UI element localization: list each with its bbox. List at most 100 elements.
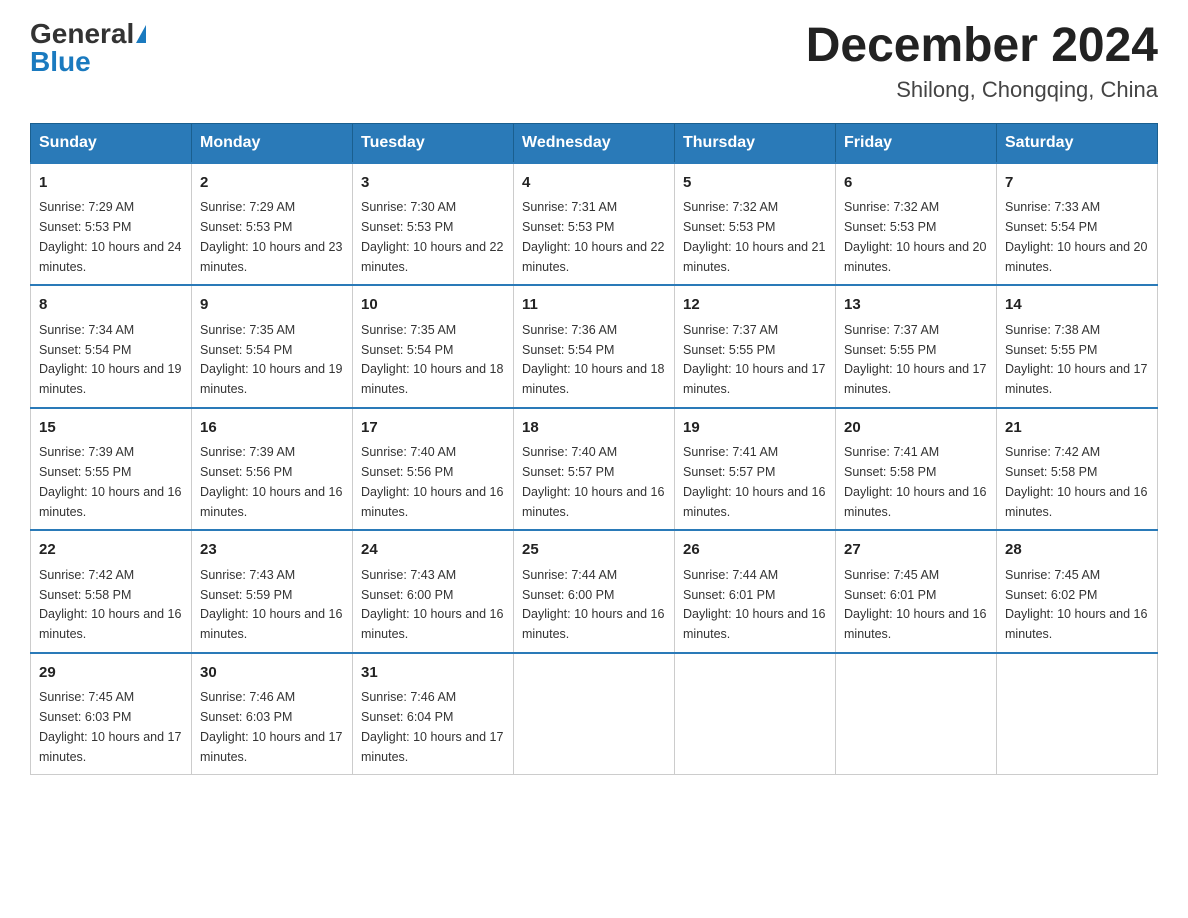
day-number: 30 [200, 662, 344, 685]
day-number: 24 [361, 539, 505, 562]
day-info: Sunrise: 7:43 AMSunset: 5:59 PMDaylight:… [200, 568, 342, 641]
table-row: 24 Sunrise: 7:43 AMSunset: 6:00 PMDayligh… [353, 530, 514, 653]
col-header-monday: Monday [192, 123, 353, 163]
page-header: General Blue December 2024 Shilong, Chon… [30, 20, 1158, 103]
day-number: 14 [1005, 294, 1149, 317]
day-info: Sunrise: 7:35 AMSunset: 5:54 PMDaylight:… [361, 323, 503, 396]
day-number: 15 [39, 417, 183, 440]
day-number: 26 [683, 539, 827, 562]
day-number: 13 [844, 294, 988, 317]
table-row [675, 653, 836, 775]
day-number: 16 [200, 417, 344, 440]
day-number: 31 [361, 662, 505, 685]
calendar-table: SundayMondayTuesdayWednesdayThursdayFrid… [30, 123, 1158, 776]
table-row [836, 653, 997, 775]
day-info: Sunrise: 7:45 AMSunset: 6:03 PMDaylight:… [39, 690, 181, 763]
day-number: 9 [200, 294, 344, 317]
day-number: 2 [200, 172, 344, 195]
table-row: 2 Sunrise: 7:29 AMSunset: 5:53 PMDaylight… [192, 163, 353, 286]
day-info: Sunrise: 7:32 AMSunset: 5:53 PMDaylight:… [844, 200, 986, 273]
day-info: Sunrise: 7:31 AMSunset: 5:53 PMDaylight:… [522, 200, 664, 273]
day-info: Sunrise: 7:41 AMSunset: 5:58 PMDaylight:… [844, 445, 986, 518]
table-row: 30 Sunrise: 7:46 AMSunset: 6:03 PMDayligh… [192, 653, 353, 775]
day-info: Sunrise: 7:46 AMSunset: 6:03 PMDaylight:… [200, 690, 342, 763]
table-row: 22Sunrise: 7:42 AMSunset: 5:58 PMDayligh… [31, 530, 192, 653]
table-row: 12 Sunrise: 7:37 AMSunset: 5:55 PMDayligh… [675, 285, 836, 408]
day-info: Sunrise: 7:34 AMSunset: 5:54 PMDaylight:… [39, 323, 181, 396]
day-number: 12 [683, 294, 827, 317]
col-header-saturday: Saturday [997, 123, 1158, 163]
table-row: 10 Sunrise: 7:35 AMSunset: 5:54 PMDayligh… [353, 285, 514, 408]
day-info: Sunrise: 7:40 AMSunset: 5:57 PMDaylight:… [522, 445, 664, 518]
day-info: Sunrise: 7:37 AMSunset: 5:55 PMDaylight:… [683, 323, 825, 396]
table-row: 15 Sunrise: 7:39 AMSunset: 5:55 PMDayligh… [31, 408, 192, 531]
table-row: 8Sunrise: 7:34 AMSunset: 5:54 PMDaylight… [31, 285, 192, 408]
day-number: 4 [522, 172, 666, 195]
table-row: 13 Sunrise: 7:37 AMSunset: 5:55 PMDayligh… [836, 285, 997, 408]
col-header-tuesday: Tuesday [353, 123, 514, 163]
day-number: 23 [200, 539, 344, 562]
table-row: 20 Sunrise: 7:41 AMSunset: 5:58 PMDayligh… [836, 408, 997, 531]
day-info: Sunrise: 7:42 AMSunset: 5:58 PMDaylight:… [1005, 445, 1147, 518]
day-info: Sunrise: 7:39 AMSunset: 5:55 PMDaylight:… [39, 445, 181, 518]
table-row: 19 Sunrise: 7:41 AMSunset: 5:57 PMDayligh… [675, 408, 836, 531]
day-number: 27 [844, 539, 988, 562]
day-number: 25 [522, 539, 666, 562]
table-row: 5 Sunrise: 7:32 AMSunset: 5:53 PMDaylight… [675, 163, 836, 286]
day-number: 28 [1005, 539, 1149, 562]
day-number: 20 [844, 417, 988, 440]
day-info: Sunrise: 7:44 AMSunset: 6:00 PMDaylight:… [522, 568, 664, 641]
day-number: 7 [1005, 172, 1149, 195]
table-row [514, 653, 675, 775]
day-info: Sunrise: 7:44 AMSunset: 6:01 PMDaylight:… [683, 568, 825, 641]
day-info: Sunrise: 7:45 AMSunset: 6:01 PMDaylight:… [844, 568, 986, 641]
day-number: 17 [361, 417, 505, 440]
table-row: 7 Sunrise: 7:33 AMSunset: 5:54 PMDaylight… [997, 163, 1158, 286]
day-number: 22 [39, 539, 183, 562]
day-number: 6 [844, 172, 988, 195]
day-number: 19 [683, 417, 827, 440]
month-title: December 2024 [806, 20, 1158, 73]
table-row: 17 Sunrise: 7:40 AMSunset: 5:56 PMDayligh… [353, 408, 514, 531]
day-info: Sunrise: 7:43 AMSunset: 6:00 PMDaylight:… [361, 568, 503, 641]
day-info: Sunrise: 7:29 AMSunset: 5:53 PMDaylight:… [200, 200, 342, 273]
day-info: Sunrise: 7:29 AMSunset: 5:53 PMDaylight:… [39, 200, 181, 273]
table-row: 31 Sunrise: 7:46 AMSunset: 6:04 PMDayligh… [353, 653, 514, 775]
day-info: Sunrise: 7:41 AMSunset: 5:57 PMDaylight:… [683, 445, 825, 518]
col-header-sunday: Sunday [31, 123, 192, 163]
table-row: 14Sunrise: 7:38 AMSunset: 5:55 PMDayligh… [997, 285, 1158, 408]
table-row: 16 Sunrise: 7:39 AMSunset: 5:56 PMDayligh… [192, 408, 353, 531]
day-info: Sunrise: 7:46 AMSunset: 6:04 PMDaylight:… [361, 690, 503, 763]
day-info: Sunrise: 7:37 AMSunset: 5:55 PMDaylight:… [844, 323, 986, 396]
day-number: 21 [1005, 417, 1149, 440]
day-number: 29 [39, 662, 183, 685]
table-row: 9 Sunrise: 7:35 AMSunset: 5:54 PMDaylight… [192, 285, 353, 408]
col-header-friday: Friday [836, 123, 997, 163]
day-info: Sunrise: 7:40 AMSunset: 5:56 PMDaylight:… [361, 445, 503, 518]
title-section: December 2024 Shilong, Chongqing, China [806, 20, 1158, 103]
table-row: 3Sunrise: 7:30 AMSunset: 5:53 PMDaylight… [353, 163, 514, 286]
table-row: 21 Sunrise: 7:42 AMSunset: 5:58 PMDayligh… [997, 408, 1158, 531]
day-number: 18 [522, 417, 666, 440]
day-info: Sunrise: 7:45 AMSunset: 6:02 PMDaylight:… [1005, 568, 1147, 641]
table-row: 4 Sunrise: 7:31 AMSunset: 5:53 PMDaylight… [514, 163, 675, 286]
table-row: 28 Sunrise: 7:45 AMSunset: 6:02 PMDayligh… [997, 530, 1158, 653]
day-number: 10 [361, 294, 505, 317]
table-row: 25 Sunrise: 7:44 AMSunset: 6:00 PMDayligh… [514, 530, 675, 653]
col-header-thursday: Thursday [675, 123, 836, 163]
day-info: Sunrise: 7:39 AMSunset: 5:56 PMDaylight:… [200, 445, 342, 518]
logo-blue-text: Blue [30, 48, 91, 76]
day-info: Sunrise: 7:32 AMSunset: 5:53 PMDaylight:… [683, 200, 825, 273]
col-header-wednesday: Wednesday [514, 123, 675, 163]
table-row: 26 Sunrise: 7:44 AMSunset: 6:01 PMDayligh… [675, 530, 836, 653]
day-info: Sunrise: 7:35 AMSunset: 5:54 PMDaylight:… [200, 323, 342, 396]
day-number: 1 [39, 172, 183, 195]
table-row [997, 653, 1158, 775]
table-row: 27 Sunrise: 7:45 AMSunset: 6:01 PMDayligh… [836, 530, 997, 653]
table-row: 1 Sunrise: 7:29 AMSunset: 5:53 PMDaylight… [31, 163, 192, 286]
day-number: 5 [683, 172, 827, 195]
day-info: Sunrise: 7:33 AMSunset: 5:54 PMDaylight:… [1005, 200, 1147, 273]
table-row: 6 Sunrise: 7:32 AMSunset: 5:53 PMDaylight… [836, 163, 997, 286]
table-row: 18 Sunrise: 7:40 AMSunset: 5:57 PMDayligh… [514, 408, 675, 531]
day-number: 3 [361, 172, 505, 195]
